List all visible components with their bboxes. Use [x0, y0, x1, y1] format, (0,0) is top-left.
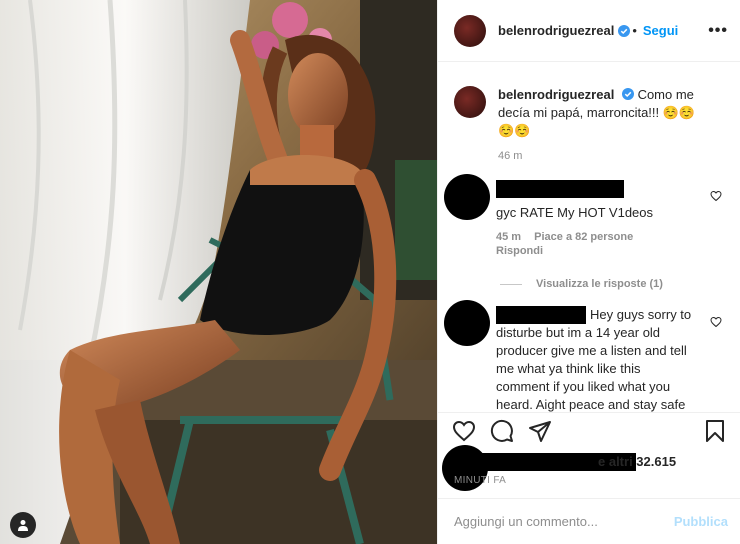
post-side-panel: belenrodriguezreal • Segui ••• belenrodr… — [437, 0, 740, 544]
follow-button[interactable]: Segui — [643, 23, 678, 38]
post-photo[interactable] — [0, 0, 437, 544]
redacted-username — [496, 180, 624, 198]
tagged-user-icon[interactable] — [10, 512, 36, 538]
post-timestamp: MINUTI FA — [454, 475, 507, 486]
replies-divider — [500, 283, 522, 285]
publish-button[interactable]: Pubblica — [674, 514, 728, 529]
view-replies-button[interactable]: Visualizza le risposte (1) — [500, 278, 740, 290]
comment-body: Hey guys sorry to disturbe but im a 14 y… — [496, 300, 696, 412]
comment-icon[interactable] — [490, 419, 514, 443]
comment-item: gyc RATE My HOT V1deos 45 m Piace a 82 p… — [438, 174, 740, 258]
author-avatar[interactable] — [454, 14, 486, 47]
like-post-icon[interactable] — [452, 419, 476, 443]
likes-count-text[interactable]: e altri 32.615 — [598, 453, 676, 471]
comment-input[interactable] — [454, 514, 674, 529]
comments-list[interactable]: belenrodriguezreal Como me decía mi papá… — [438, 62, 740, 412]
comment-meta: 45 m Piace a 82 persone Rispondi — [496, 230, 696, 258]
instagram-post-view: belenrodriguezreal • Segui ••• belenrodr… — [0, 0, 740, 544]
more-options-button[interactable]: ••• — [708, 22, 728, 40]
add-comment-bar: Pubblica — [438, 498, 740, 544]
view-replies-label: Visualizza le risposte (1) — [536, 278, 663, 290]
person-icon — [18, 520, 28, 531]
redacted-username — [496, 306, 586, 324]
header-separator: • — [632, 23, 637, 38]
photo-illustration — [0, 0, 437, 544]
redacted-avatar — [444, 300, 490, 346]
verified-badge-icon — [621, 88, 634, 100]
share-icon[interactable] — [528, 419, 552, 443]
caption-timestamp: 46 m — [498, 150, 523, 162]
comment-body: gyc RATE My HOT V1deos 45 m Piace a 82 p… — [496, 174, 696, 258]
author-username[interactable]: belenrodriguezreal — [498, 23, 614, 38]
post-header: belenrodriguezreal • Segui ••• — [438, 0, 740, 62]
comment-item: Hey guys sorry to disturbe but im a 14 y… — [438, 300, 740, 412]
save-bookmark-icon[interactable] — [704, 419, 726, 443]
caption-text-block: belenrodriguezreal Como me decía mi papá… — [498, 86, 703, 140]
comment-likes-count[interactable]: Piace a 82 persone — [534, 231, 633, 243]
like-comment-icon[interactable] — [710, 316, 722, 328]
caption-username[interactable]: belenrodriguezreal — [498, 87, 614, 102]
like-comment-icon[interactable] — [710, 190, 722, 202]
verified-badge-icon — [618, 24, 631, 37]
comment-text: gyc RATE My HOT V1deos — [496, 205, 654, 220]
caption-row: belenrodriguezreal Como me decía mi papá… — [438, 62, 740, 140]
comment-time: 45 m — [496, 231, 522, 243]
caption-avatar[interactable] — [454, 86, 486, 118]
redacted-avatar — [444, 174, 490, 220]
reply-button[interactable]: Rispondi — [496, 245, 543, 257]
